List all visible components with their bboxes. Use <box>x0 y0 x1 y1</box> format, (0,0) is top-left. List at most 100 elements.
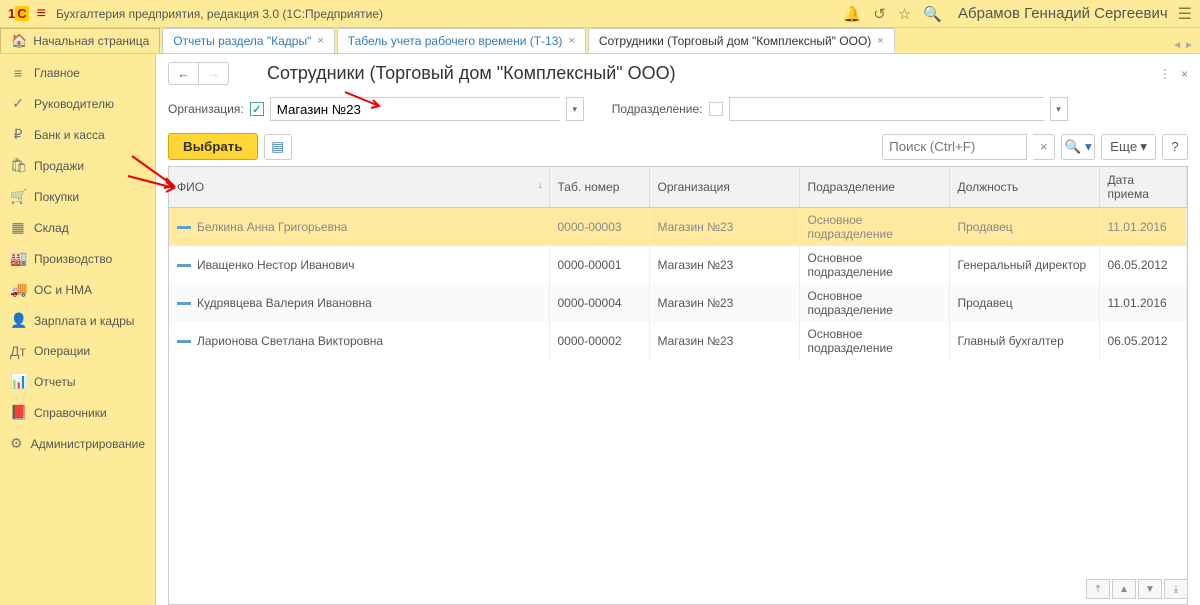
search-input[interactable] <box>882 134 1027 160</box>
search-button[interactable]: 🔍 ▾ <box>1061 134 1095 160</box>
page-title: Сотрудники (Торговый дом "Комплексный" О… <box>267 63 676 84</box>
col-dept[interactable]: Подразделение <box>799 167 949 208</box>
sidebar-label: Банк и касса <box>34 128 105 142</box>
sidebar-label: Справочники <box>34 406 107 420</box>
sidebar-item-operations[interactable]: ДтОперации <box>0 336 155 366</box>
table-row[interactable]: Ларионова Светлана Викторовна 0000-00002… <box>169 322 1187 360</box>
gear-icon: ⚙ <box>10 435 23 452</box>
col-fio[interactable]: ФИО↓ <box>169 167 549 208</box>
tabs-scroll: ◄ ► <box>1172 40 1200 53</box>
org-label: Организация: <box>168 102 244 116</box>
sidebar-label: Администрирование <box>31 437 145 451</box>
employee-table: ФИО↓ Таб. номер Организация Подразделени… <box>168 166 1188 605</box>
sidebar-label: ОС и НМА <box>34 283 92 297</box>
tab-employees[interactable]: Сотрудники (Торговый дом "Комплексный" О… <box>588 28 895 53</box>
sidebar-item-manager[interactable]: ✓ Руководителю <box>0 88 155 119</box>
table-row[interactable]: Белкина Анна Григорьевна 0000-00003 Мага… <box>169 208 1187 247</box>
sidebar-item-bank[interactable]: ₽Банк и касса <box>0 119 155 150</box>
org-input[interactable] <box>270 97 560 121</box>
search-icon[interactable]: 🔍 <box>923 5 942 23</box>
more-button[interactable]: Еще ▾ <box>1101 134 1156 160</box>
user-name[interactable]: Абрамов Геннадий Сергеевич <box>958 5 1168 22</box>
sidebar-item-os[interactable]: 🚚 ОС и НМА <box>0 274 155 305</box>
chevron-left-icon[interactable]: ◄ <box>1172 40 1182 51</box>
page-header: ← → Сотрудники (Торговый дом "Комплексны… <box>156 54 1200 93</box>
close-icon[interactable]: × <box>1181 67 1188 81</box>
dept-dropdown-icon[interactable]: ▾ <box>1050 97 1068 121</box>
table-row[interactable]: Кудрявцева Валерия Ивановна 0000-00004 М… <box>169 284 1187 322</box>
row-marker-icon <box>177 340 191 343</box>
table-row[interactable]: Иващенко Нестор Иванович 0000-00001 Мага… <box>169 246 1187 284</box>
truck-icon: 🚚 <box>10 281 26 298</box>
home-icon: 🏠 <box>11 33 27 49</box>
debit-icon: Дт <box>10 343 26 359</box>
sidebar-item-sales[interactable]: 🛍 Продажи <box>0 150 155 181</box>
select-button[interactable]: Выбрать <box>168 133 258 160</box>
sidebar-item-production[interactable]: 🏭Производство <box>0 243 155 274</box>
top-icons: 🔔 ↺ ☆ 🔍 Абрамов Геннадий Сергеевич <box>843 5 1168 23</box>
dept-input[interactable] <box>729 97 1044 121</box>
col-pos[interactable]: Должность <box>949 167 1099 208</box>
clear-search-button[interactable]: × <box>1033 134 1055 160</box>
tab-label: Табель учета рабочего времени (Т-13) <box>348 34 563 48</box>
back-button[interactable]: ← <box>169 63 199 84</box>
cart-icon: 🛒 <box>10 188 26 205</box>
col-org[interactable]: Организация <box>649 167 799 208</box>
list-icon: ≡ <box>10 65 26 81</box>
sidebar-item-warehouse[interactable]: ▦Склад <box>0 212 155 243</box>
sidebar-item-admin[interactable]: ⚙ Администрирование <box>0 428 155 459</box>
content: ← → Сотрудники (Торговый дом "Комплексны… <box>156 54 1200 605</box>
sidebar-item-refs[interactable]: 📕Справочники <box>0 397 155 428</box>
help-button[interactable]: ? <box>1162 134 1188 160</box>
star-icon[interactable]: ☆ <box>898 5 911 23</box>
col-date[interactable]: Дата приема <box>1099 167 1187 208</box>
grid-icon: ▦ <box>10 219 26 236</box>
chevron-right-icon[interactable]: ► <box>1184 40 1194 51</box>
sidebar-label: Продажи <box>34 159 84 173</box>
history-icon[interactable]: ↺ <box>873 5 886 23</box>
nav-down-icon[interactable]: ▼ <box>1138 579 1162 599</box>
bell-icon[interactable]: 🔔 <box>843 5 862 23</box>
col-tab[interactable]: Таб. номер <box>549 167 649 208</box>
menu-icon[interactable]: ≡ <box>37 5 46 23</box>
org-checkbox[interactable]: ✓ <box>250 102 264 116</box>
chart-icon: ✓ <box>10 95 26 112</box>
bars-icon: 📊 <box>10 373 26 390</box>
nav-buttons: ← → <box>168 62 229 85</box>
dept-checkbox[interactable] <box>709 102 723 116</box>
close-icon[interactable]: × <box>877 35 883 47</box>
sidebar-item-purchases[interactable]: 🛒 Покупки <box>0 181 155 212</box>
card-view-button[interactable]: ▤ <box>264 134 292 160</box>
close-icon[interactable]: × <box>317 35 323 47</box>
forward-button[interactable]: → <box>199 63 228 84</box>
top-bar: 1С ≡ Бухгалтерия предприятия, редакция 3… <box>0 0 1200 28</box>
sort-icon: ↓ <box>538 180 543 191</box>
sidebar-label: Главное <box>34 66 80 80</box>
nav-up-icon[interactable]: ▲ <box>1112 579 1136 599</box>
main: ≡ Главное ✓ Руководителю ₽Банк и касса 🛍 Пр… <box>0 54 1200 605</box>
nav-first-icon[interactable]: ⤒ <box>1086 579 1110 599</box>
dept-label: Подразделение: <box>612 102 703 116</box>
org-dropdown-icon[interactable]: ▾ <box>566 97 584 121</box>
home-tab[interactable]: 🏠 Начальная страница <box>0 28 160 53</box>
more-icon[interactable]: ⋮ <box>1159 67 1171 81</box>
sidebar-item-reports[interactable]: 📊 Отчеты <box>0 366 155 397</box>
tab-label: Сотрудники (Торговый дом "Комплексный" О… <box>599 34 871 48</box>
sidebar-label: Зарплата и кадры <box>34 314 134 328</box>
sidebar-item-hr[interactable]: 👤 Зарплата и кадры <box>0 305 155 336</box>
row-marker-icon <box>177 226 191 229</box>
tab-tabel[interactable]: Табель учета рабочего времени (Т-13) × <box>337 28 586 53</box>
nav-last-icon[interactable]: ⤓ <box>1164 579 1188 599</box>
panel-toggle-icon[interactable]: ☰ <box>1178 4 1192 24</box>
sidebar-item-main[interactable]: ≡ Главное <box>0 58 155 88</box>
bag-icon: 🛍 <box>10 157 26 174</box>
tab-label: Отчеты раздела "Кадры" <box>173 34 311 48</box>
tab-reports[interactable]: Отчеты раздела "Кадры" × <box>162 28 334 53</box>
person-icon: 👤 <box>10 312 26 329</box>
filter-row: Организация: ✓ ▾ Подразделение: ▾ <box>156 93 1200 129</box>
sidebar-label: Отчеты <box>34 375 75 389</box>
sidebar-label: Руководителю <box>34 97 114 111</box>
toolbar: Выбрать ▤ × 🔍 ▾ Еще ▾ ? <box>156 129 1200 166</box>
sidebar-label: Покупки <box>34 190 79 204</box>
close-icon[interactable]: × <box>568 35 574 47</box>
